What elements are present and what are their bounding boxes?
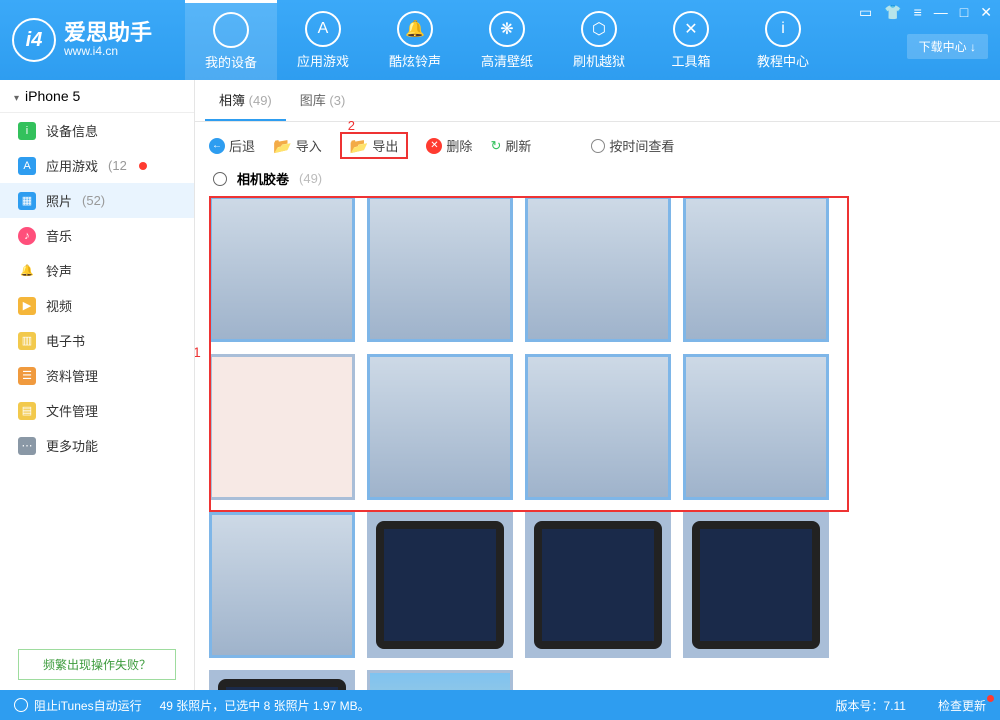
photo-thumb[interactable]: [367, 354, 513, 500]
nav-tutorials[interactable]: i教程中心: [737, 0, 829, 80]
photo-thumb[interactable]: [367, 670, 513, 690]
feedback-icon[interactable]: ▭: [859, 4, 872, 21]
photo-thumb[interactable]: [209, 196, 355, 342]
refresh-button[interactable]: ↻刷新: [490, 136, 531, 155]
video-icon: ▶: [18, 297, 36, 315]
back-icon: ←: [209, 138, 225, 154]
export-button-highlight: 2 📂导出: [340, 132, 409, 159]
sidebar-item-device-info[interactable]: i设备信息: [0, 113, 194, 148]
box-icon: ⬡: [581, 11, 617, 47]
music-icon: ♪: [18, 227, 36, 245]
album-count: (49): [299, 171, 322, 186]
sidebar-item-apps[interactable]: A应用游戏(12: [0, 148, 194, 183]
refresh-icon: ↻: [490, 138, 501, 154]
delete-button[interactable]: ✕删除: [426, 136, 472, 155]
folder-out-icon: 📂: [350, 137, 369, 155]
photo-thumb[interactable]: [209, 512, 355, 658]
sidebar: iPhone 5 i设备信息 A应用游戏(12 ▦照片(52) ♪音乐 🔔铃声 …: [0, 80, 195, 690]
album-header: 相机胶卷 (49): [195, 169, 1000, 196]
view-by-time-button[interactable]: 按时间查看: [591, 136, 674, 155]
nav-apps[interactable]: A应用游戏: [277, 0, 369, 80]
annotation-2: 2: [348, 118, 355, 133]
nav-wallpapers[interactable]: ❋高清壁纸: [461, 0, 553, 80]
selection-status: 49 张照片，已选中 8 张照片 1.97 MB。: [160, 697, 804, 714]
maximize-icon[interactable]: □: [960, 4, 968, 21]
wrench-icon: ✕: [673, 11, 709, 47]
photo-grid: [209, 196, 986, 690]
album-name: 相机胶卷: [237, 169, 289, 188]
radio-icon: [591, 139, 605, 153]
sub-tabs: 相簿 (49) 图库 (3): [195, 80, 1000, 122]
photo-thumb[interactable]: [683, 512, 829, 658]
app-name: 爱思助手: [64, 22, 152, 44]
main-panel: 相簿 (49) 图库 (3) ←后退 📂导入 2 📂导出 ✕删除 ↻刷新 按时间…: [195, 80, 1000, 690]
back-button[interactable]: ←后退: [209, 136, 255, 155]
title-bar: i4 爱思助手 www.i4.cn 我的设备 A应用游戏 🔔酷炫铃声 ❋高清壁纸…: [0, 0, 1000, 80]
app-url: www.i4.cn: [64, 44, 152, 58]
photo-icon: ▦: [18, 192, 36, 210]
download-center-button[interactable]: 下载中心 ↓: [907, 34, 988, 59]
photo-thumb[interactable]: [209, 354, 355, 500]
photo-thumb[interactable]: [367, 196, 513, 342]
select-all-radio[interactable]: [213, 172, 227, 186]
sidebar-item-video[interactable]: ▶视频: [0, 288, 194, 323]
toolbar: ←后退 📂导入 2 📂导出 ✕删除 ↻刷新 按时间查看: [195, 122, 1000, 169]
info-icon: i: [18, 122, 36, 140]
folder-in-icon: 📂: [273, 137, 292, 155]
nav-toolbox[interactable]: ✕工具箱: [645, 0, 737, 80]
check-update-button[interactable]: 检查更新: [938, 697, 986, 714]
sidebar-item-photos[interactable]: ▦照片(52): [0, 183, 194, 218]
skin-icon[interactable]: 👕: [884, 4, 901, 21]
photo-thumb[interactable]: [367, 512, 513, 658]
bell-icon: 🔔: [397, 11, 433, 47]
info-icon: i: [765, 11, 801, 47]
nav-flash[interactable]: ⬡刷机越狱: [553, 0, 645, 80]
device-selector[interactable]: iPhone 5: [0, 80, 194, 113]
sidebar-item-ebooks[interactable]: ▥电子书: [0, 323, 194, 358]
tab-gallery[interactable]: 图库 (3): [286, 80, 360, 121]
app-logo: i4 爱思助手 www.i4.cn: [0, 18, 185, 62]
annotation-1: 1: [195, 344, 201, 360]
status-bar: 阻止iTunes自动运行 49 张照片，已选中 8 张照片 1.97 MB。 版…: [0, 690, 1000, 720]
more-icon: ⋯: [18, 437, 36, 455]
version-label: 版本号：7.11: [836, 697, 906, 714]
logo-icon: i4: [12, 18, 56, 62]
export-button[interactable]: 📂导出: [350, 136, 399, 155]
sidebar-item-data[interactable]: ☰资料管理: [0, 358, 194, 393]
apple-icon: [213, 12, 249, 48]
import-button[interactable]: 📂导入: [273, 136, 322, 155]
menu-icon[interactable]: ≡: [914, 4, 922, 21]
file-icon: ▤: [18, 402, 36, 420]
flower-icon: ❋: [489, 11, 525, 47]
data-icon: ☰: [18, 367, 36, 385]
bell-icon: 🔔: [18, 262, 36, 280]
operation-fail-link[interactable]: 频繁出现操作失败？: [18, 649, 176, 680]
tab-albums[interactable]: 相簿 (49): [205, 80, 286, 121]
sidebar-item-music[interactable]: ♪音乐: [0, 218, 194, 253]
delete-icon: ✕: [426, 138, 442, 154]
badge-dot: [139, 162, 147, 170]
photo-thumb[interactable]: [525, 512, 671, 658]
photo-thumb[interactable]: [525, 354, 671, 500]
itunes-toggle[interactable]: 阻止iTunes自动运行: [14, 697, 142, 714]
radio-icon: [14, 698, 28, 712]
book-icon: ▥: [18, 332, 36, 350]
photo-thumb[interactable]: [525, 196, 671, 342]
apps-icon: A: [305, 11, 341, 47]
photo-thumb[interactable]: [683, 196, 829, 342]
nav-ringtones[interactable]: 🔔酷炫铃声: [369, 0, 461, 80]
window-controls: ▭ 👕 ≡ — □ ✕: [859, 4, 992, 21]
photo-thumb[interactable]: [683, 354, 829, 500]
photo-thumb[interactable]: [209, 670, 355, 690]
close-icon[interactable]: ✕: [980, 4, 992, 21]
sidebar-item-more[interactable]: ⋯更多功能: [0, 428, 194, 463]
sidebar-item-ringtones[interactable]: 🔔铃声: [0, 253, 194, 288]
sidebar-item-files[interactable]: ▤文件管理: [0, 393, 194, 428]
apps-icon: A: [18, 157, 36, 175]
nav-my-device[interactable]: 我的设备: [185, 0, 277, 80]
minimize-icon[interactable]: —: [934, 4, 948, 21]
